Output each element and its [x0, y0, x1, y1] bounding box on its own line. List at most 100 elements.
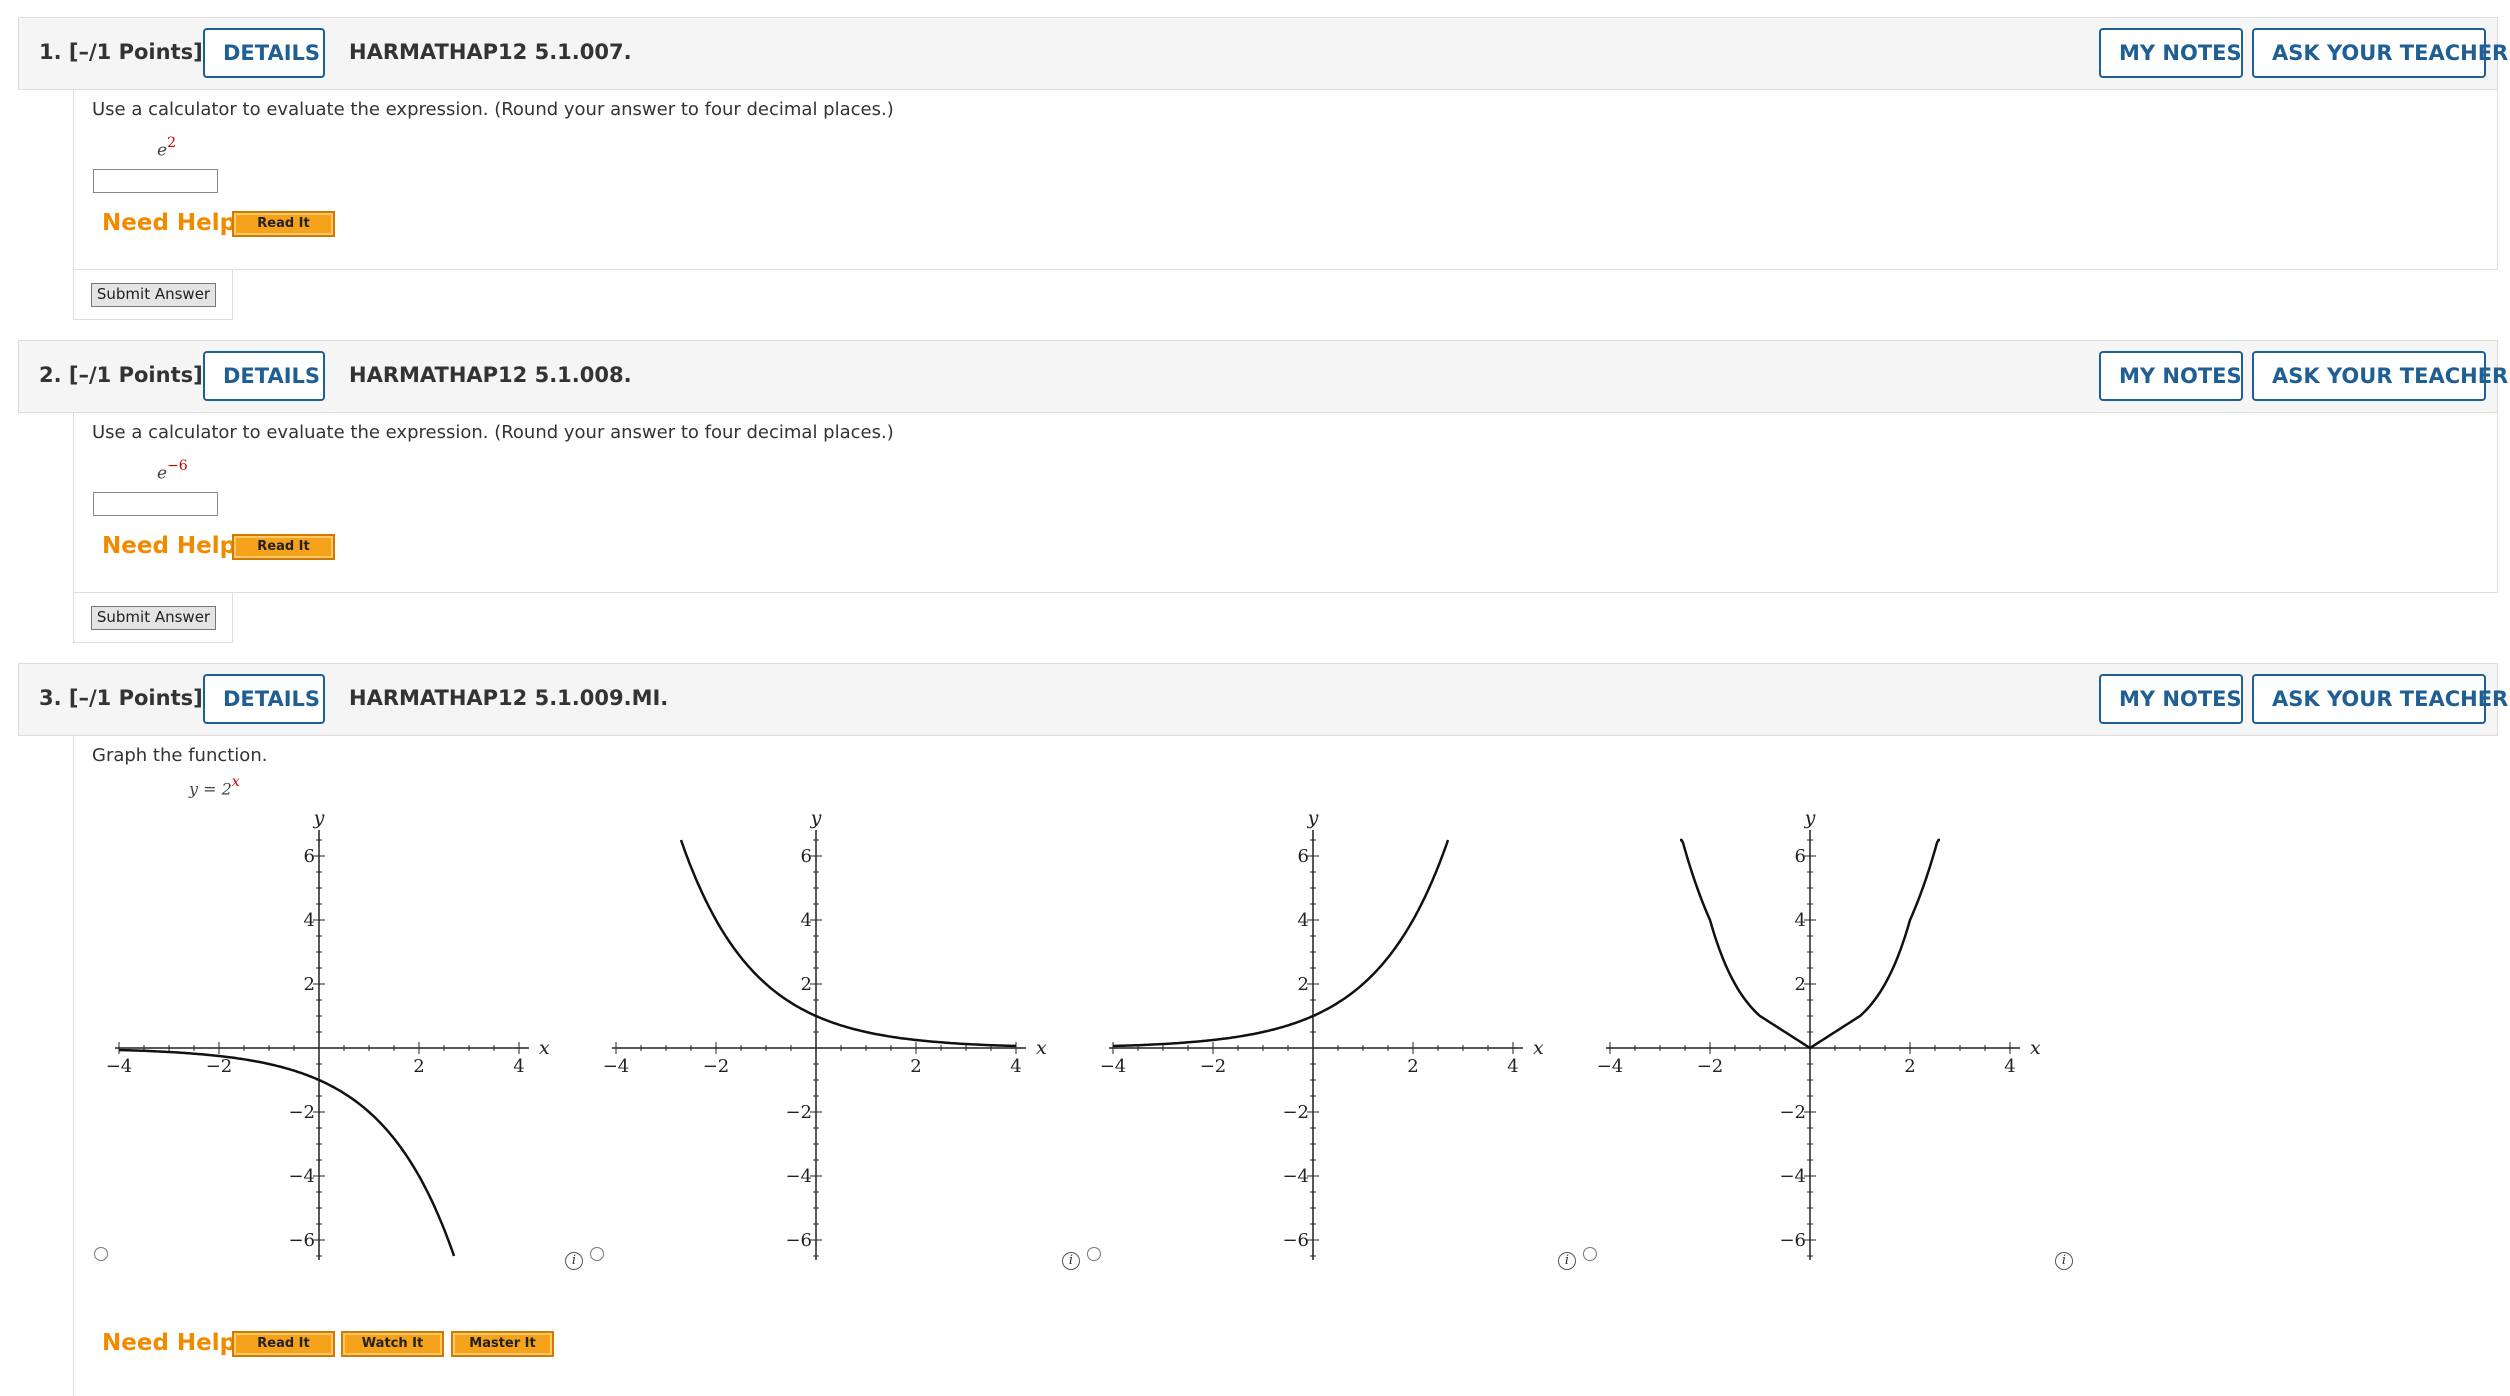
my-notes-button[interactable]: MY NOTES: [2099, 28, 2243, 78]
question-3-number: 3. [–/1 Points]: [39, 686, 203, 710]
y-tick-label: −2: [785, 1102, 812, 1123]
question-prompt: Graph the function.: [92, 745, 268, 766]
radio-option-3[interactable]: [1087, 1247, 1101, 1261]
info-icon[interactable]: i: [565, 1252, 583, 1270]
question-points: [–/1 Points]: [68, 686, 203, 710]
expression: e2: [157, 135, 176, 161]
submit-answer-container: Submit Answer: [73, 270, 233, 320]
details-button[interactable]: DETAILS: [203, 674, 325, 724]
answer-input[interactable]: [93, 492, 218, 516]
details-button[interactable]: DETAILS: [203, 351, 325, 401]
question-code: HARMATHAP12 5.1.009.MI.: [349, 686, 669, 710]
question-1-number: 1. [–/1 Points]: [39, 40, 203, 64]
y-axis-label: y: [1804, 807, 1816, 829]
y-tick-label: 6: [801, 846, 812, 867]
graph-option-2: −4 −2 2 4 −6 −4 −2 2 4 6 x y: [602, 807, 1047, 1270]
x-axis-label: x: [2030, 1037, 2041, 1059]
watch-it-button[interactable]: Watch It: [341, 1331, 444, 1357]
my-notes-button[interactable]: MY NOTES: [2099, 351, 2243, 401]
function-curve: [118, 1048, 456, 1257]
y-tick-label: 2: [1795, 974, 1806, 995]
y-axis-label: y: [1307, 807, 1319, 829]
radio-option-2[interactable]: [590, 1247, 604, 1261]
graph-option-1: −4 −2 2 4 −6 −4 −2 2 4 6 x y: [105, 807, 550, 1270]
info-icon[interactable]: i: [2055, 1252, 2073, 1270]
expression-exponent: x: [231, 774, 240, 790]
x-axis-label: x: [1036, 1037, 1047, 1059]
x-tick-label: 4: [2004, 1056, 2015, 1077]
master-it-button[interactable]: Master It: [451, 1331, 554, 1357]
y-tick-label: −4: [1779, 1166, 1806, 1187]
y-tick-label: 4: [801, 910, 812, 931]
read-it-button[interactable]: Read It: [232, 1331, 335, 1357]
question-points: [–/1 Points]: [68, 363, 203, 387]
y-tick-label: −2: [1779, 1102, 1806, 1123]
my-notes-button[interactable]: MY NOTES: [2099, 674, 2243, 724]
expression-lhs: y = 2: [189, 779, 232, 799]
graph-svg: −4 −2 2 4 −6 −4 −2 2 4 6 x y: [1597, 807, 2041, 1260]
need-help-label: Need Help?: [102, 533, 250, 559]
graph-svg: −4 −2 2 4 −6 −4 −2 2 4 6 x y: [603, 807, 1047, 1260]
x-axis-label: x: [1533, 1037, 1544, 1059]
y-tick-label: 2: [304, 974, 315, 995]
expression-exponent: 2: [167, 135, 176, 151]
radio-option-4[interactable]: [1583, 1247, 1597, 1261]
ask-your-teacher-button[interactable]: ASK YOUR TEACHER: [2252, 674, 2508, 724]
question-code: HARMATHAP12 5.1.007.: [349, 40, 632, 64]
y-tick-label: 2: [801, 974, 812, 995]
x-tick-label: −2: [206, 1056, 233, 1077]
question-1-header: 1. [–/1 Points] DETAILS HARMATHAP12 5.1.…: [18, 17, 2508, 90]
question-3-header: 3. [–/1 Points] DETAILS HARMATHAP12 5.1.…: [18, 663, 2508, 736]
x-axis-label: x: [539, 1037, 550, 1059]
x-tick-label: 2: [1904, 1056, 1915, 1077]
x-tick-label: −4: [106, 1056, 133, 1077]
expression-base: e: [157, 140, 168, 161]
x-tick-label: −4: [603, 1056, 630, 1077]
expression: e−6: [157, 458, 188, 484]
question-prompt: Use a calculator to evaluate the express…: [92, 422, 894, 443]
graph-svg: −4 −2 2 4 −6 −4 −2 2 4 6 x y: [1100, 807, 1544, 1260]
y-tick-label: −4: [288, 1166, 315, 1187]
x-tick-label: 4: [1507, 1056, 1518, 1077]
expression-base: e: [157, 463, 168, 484]
ask-your-teacher-button[interactable]: ASK YOUR TEACHER: [2252, 351, 2508, 401]
graph-svg: −4 −2 2 4 −6 −4 −2 2 4 6 x y: [106, 807, 550, 1260]
question-2-number: 2. [–/1 Points]: [39, 363, 203, 387]
x-tick-label: −4: [1597, 1056, 1624, 1077]
y-tick-label: −2: [288, 1102, 315, 1123]
submit-answer-button[interactable]: Submit Answer: [91, 606, 216, 630]
y-tick-label: 2: [1298, 974, 1309, 995]
ask-your-teacher-button[interactable]: ASK YOUR TEACHER: [2252, 28, 2508, 78]
question-2-header: 2. [–/1 Points] DETAILS HARMATHAP12 5.1.…: [18, 340, 2508, 413]
read-it-button[interactable]: Read It: [232, 534, 335, 560]
y-tick-label: −6: [1282, 1230, 1309, 1251]
question-number: 1.: [39, 40, 62, 64]
info-icon[interactable]: i: [1062, 1252, 1080, 1270]
y-tick-label: 4: [1298, 910, 1309, 931]
function-curve: [679, 839, 1017, 1048]
y-tick-label: 4: [304, 910, 315, 931]
y-tick-label: −2: [1282, 1102, 1309, 1123]
y-tick-label: −4: [785, 1166, 812, 1187]
radio-option-1[interactable]: [94, 1247, 108, 1261]
need-help-label: Need Help?: [102, 210, 250, 236]
y-tick-label: 6: [1298, 846, 1309, 867]
details-button[interactable]: DETAILS: [203, 28, 325, 78]
y-axis-label: y: [313, 807, 325, 829]
y-tick-label: 6: [1795, 846, 1806, 867]
y-tick-label: −4: [1282, 1166, 1309, 1187]
expression: y = 2x: [189, 774, 240, 799]
x-tick-label: 2: [413, 1056, 424, 1077]
answer-input[interactable]: [93, 169, 218, 193]
submit-answer-button[interactable]: Submit Answer: [91, 283, 216, 307]
y-tick-label: −6: [288, 1230, 315, 1251]
info-icon[interactable]: i: [1558, 1252, 1576, 1270]
y-axis-label: y: [810, 807, 822, 829]
y-tick-label: −6: [785, 1230, 812, 1251]
x-tick-label: −4: [1100, 1056, 1127, 1077]
x-tick-label: −2: [703, 1056, 730, 1077]
y-tick-label: 6: [304, 846, 315, 867]
question-code: HARMATHAP12 5.1.008.: [349, 363, 632, 387]
read-it-button[interactable]: Read It: [232, 211, 335, 237]
question-points: [–/1 Points]: [68, 40, 203, 64]
